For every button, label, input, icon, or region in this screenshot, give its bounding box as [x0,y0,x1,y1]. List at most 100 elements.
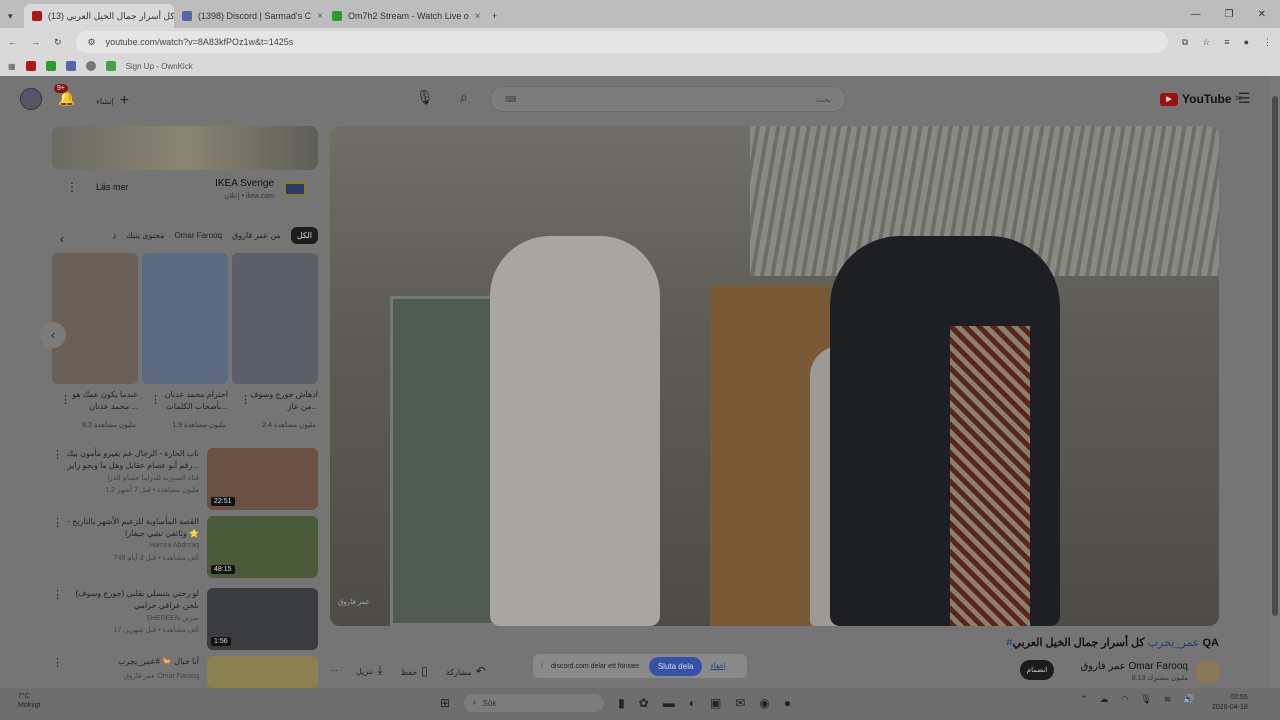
rec-thumbnail[interactable]: 1:56 [207,588,318,650]
edge-icon[interactable]: ◐ [689,696,696,710]
new-tab-button[interactable]: + [484,4,505,28]
minimize-icon[interactable]: — [1191,9,1201,20]
media-icon[interactable]: ≡ [1224,37,1229,47]
forward-icon[interactable]: → [31,37,40,47]
chrome-icon[interactable]: ◉ [759,696,769,710]
stop-sharing-button[interactable]: Sluta dela [648,656,703,676]
clock[interactable]: 02:55 2026-04-18 [1212,693,1248,713]
list-item[interactable]: ⋮ 22:51 باب الحارة - الرجال عم يفيرو مأم… [52,448,318,512]
short-thumbnail[interactable] [232,253,318,384]
volume-icon[interactable]: 🔊 [1183,694,1194,705]
tray-chevron-icon[interactable]: ⌃ [1080,694,1088,705]
short-thumbnail[interactable] [142,253,228,384]
onedrive-icon[interactable]: ☁ [1100,694,1109,705]
rec-title[interactable]: أنا خيال 🐎 #عمر_يجرب [65,656,199,668]
download-button[interactable]: تنزيل ⤓ [356,663,383,678]
rec-menu-icon[interactable]: ⋮ [52,588,63,601]
list-item[interactable]: ⋮ أنا خيال 🐎 #عمر_يجرب عمر فاروق Omar Fa… [52,656,318,688]
back-icon[interactable]: ← [8,37,17,47]
file-explorer-icon[interactable]: ▬ [663,696,675,710]
close-tab-icon[interactable]: × [317,11,323,22]
youtube-bookmark-icon[interactable] [25,61,36,71]
video-player[interactable]: عمر فاروق [330,126,1219,626]
rec-menu-icon[interactable]: ⋮ [52,448,63,461]
ad-more-icon[interactable]: ⋮ [66,180,78,194]
join-button[interactable]: انضمام [1020,660,1054,680]
store-icon[interactable]: ▣ [710,696,721,710]
network-icon[interactable]: ◠ [1121,694,1129,705]
create-button[interactable]: إنشاء + [96,92,129,110]
rec-channel[interactable]: Hamza Abdrzaq [65,542,199,549]
channel-avatar[interactable] [1196,660,1220,684]
tab-youtube[interactable]: (13) كل أسرار جمال الخيل العربي × [24,4,174,28]
close-window-icon[interactable]: ✕ [1258,9,1266,20]
short-menu-icon[interactable]: ⋮ [60,393,71,406]
bookmark-ownkick[interactable]: Sign Up - OwnKick [126,62,193,71]
maximize-icon[interactable]: ❐ [1225,9,1234,20]
shorts-prev-icon[interactable]: ‹ [40,322,66,348]
short-title[interactable]: احترام محمد عدنان بأصحاب الكلمات... [150,389,228,413]
search-input[interactable]: ⌨ بحث [490,86,846,112]
chip-omar[interactable]: Omar Farooq [174,231,222,240]
mail-icon[interactable]: ✉ [735,696,745,710]
chip-related[interactable]: محتوى ينيك [126,231,164,240]
hide-popup-link[interactable]: إخفاء [710,662,725,670]
site-info-icon[interactable]: ⚙ [88,37,96,48]
chip-from-channel[interactable]: من عمر فاروق [232,231,281,240]
sidebar-ad[interactable]: ⋮ Läs mer IKEA Sverige إعلان • ikea.com [52,126,318,220]
rec-channel[interactable]: قناة السورية للدراما خسام الدرا [65,474,199,482]
task-view-icon[interactable]: ▮ [618,696,625,710]
web-bookmark-icon[interactable] [85,61,96,71]
short-title[interactable]: ادهاش جورج وسوف من عاز... [240,389,318,413]
rec-title[interactable]: لو رحتي بتنسلي بقلبي (جورج وسوف) بلحن عر… [65,588,199,612]
rec-thumbnail[interactable]: 48:15 [207,516,318,578]
rec-thumbnail[interactable] [207,656,318,688]
kick-bookmark-icon[interactable] [45,61,56,71]
rec-channel[interactable]: SHEREEN شرين [65,614,199,622]
search-icon[interactable]: ⌕ [460,89,468,106]
scrollbar-thumb[interactable] [1272,96,1278,616]
page-scrollbar[interactable] [1270,76,1280,688]
voice-search-icon[interactable]: 🎙 [416,89,434,106]
tab-discord[interactable]: (1398) Discord | Sarmad's C × [174,4,324,28]
weather-widget[interactable]: 7°C Molnigt [18,692,41,710]
rec-channel[interactable]: عمر فاروق Omar Farooq [65,672,199,680]
wifi-icon[interactable]: ≋ [1164,694,1172,705]
ad-learn-more[interactable]: Läs mer [96,182,129,192]
channel-name[interactable]: عمر فاروق Omar Farooq [1080,661,1188,672]
chip-all[interactable]: الكل [290,226,318,244]
apps-icon[interactable]: ▦ [8,62,16,71]
rec-title[interactable]: باب الحارة - الرجال عم يفيرو مأمون بيك ر… [65,448,199,472]
copilot-icon[interactable]: ✿ [639,696,649,710]
save-button[interactable]: حفظ ▯ [401,664,428,678]
taskbar-search[interactable]: ⌕ Sök [464,694,605,712]
rec-menu-icon[interactable]: ⋮ [52,516,63,529]
close-tab-icon[interactable]: × [475,11,481,22]
rec-thumbnail[interactable]: 22:51 [207,448,318,510]
youtube-logo[interactable]: ▶ YouTube SE [1160,92,1242,106]
mic-tray-icon[interactable]: 🎙 [1140,694,1151,705]
keyboard-icon[interactable]: ⌨ [505,95,517,104]
bookmark-star-icon[interactable]: ☆ [1202,37,1210,48]
rec-menu-icon[interactable]: ⋮ [52,656,63,669]
short-thumbnail[interactable] [52,253,138,384]
account-avatar[interactable] [20,88,42,110]
more-actions-icon[interactable]: ⋯ [330,666,338,675]
chrome-menu-icon[interactable]: ⋮ [1263,37,1272,48]
install-icon[interactable]: ⧉ [1182,37,1188,48]
short-title[interactable]: عندما يكون عمك هو محمد عدنان ... [60,389,138,413]
profile-icon[interactable]: ● [1244,37,1249,47]
short-menu-icon[interactable]: ⋮ [240,393,251,406]
steam-icon[interactable]: ● [784,696,791,710]
short-menu-icon[interactable]: ⋮ [150,393,161,406]
notifications-button[interactable]: 🔔 9+ [54,84,75,107]
ad-image[interactable] [52,126,318,170]
tab-kick[interactable]: Om7h2 Stream - Watch Live o × [324,4,484,28]
drag-handle-icon[interactable]: ⁞ [541,663,543,670]
rec-title[interactable]: القصة المأساوية للزعيم الأشهر بالتاريخ -… [65,516,199,540]
reload-icon[interactable]: ↻ [54,37,62,48]
chip-more[interactable]: ذ [113,231,117,240]
url-box[interactable]: ⚙ youtube.com/watch?v=8A83kfPOz1w&t=1425… [75,31,1168,53]
start-icon[interactable]: ⊞ [440,696,450,710]
list-item[interactable]: ⋮ 1:56 لو رحتي بتنسلي بقلبي (جورج وسوف) … [52,588,318,652]
